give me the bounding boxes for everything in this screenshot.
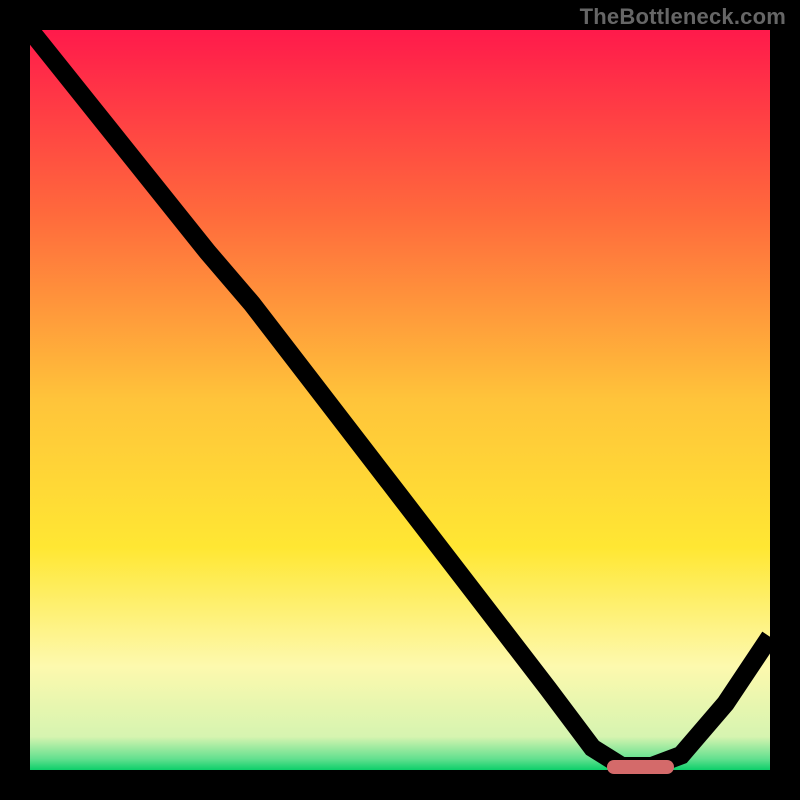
bottleneck-chart: TheBottleneck.com <box>0 0 800 800</box>
attribution-label: TheBottleneck.com <box>580 4 786 30</box>
optimal-range-marker <box>607 760 674 774</box>
plot-area <box>30 30 770 770</box>
bottleneck-curve <box>30 30 770 770</box>
